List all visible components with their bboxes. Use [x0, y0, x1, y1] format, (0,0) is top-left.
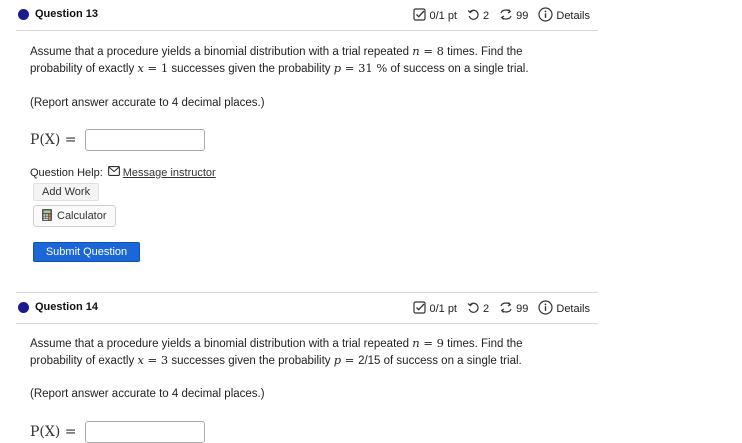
score-text: 0/1 pt: [429, 303, 457, 315]
answer-input[interactable]: [84, 421, 205, 443]
details-link[interactable]: Details: [556, 303, 590, 315]
question-text-line-1: Assume that a procedure yields a binomia…: [30, 44, 523, 58]
retry-icon: [467, 301, 480, 317]
answer-row: P(X) =: [30, 421, 205, 443]
question-meta: 0/1 pt 2 99 Details: [413, 7, 590, 25]
answer-input[interactable]: [84, 129, 205, 151]
answer-row: P(X) =: [30, 129, 205, 151]
envelope-icon: [107, 166, 120, 179]
submit-question-button[interactable]: Submit Question: [33, 242, 140, 262]
calculator-button[interactable]: Calculator: [33, 205, 116, 227]
question-13-header: Question 13 0/1 pt 2 99 Details: [16, 0, 598, 31]
retries-count: 2: [483, 10, 490, 22]
attempts-count: 99: [516, 10, 529, 22]
question-13-text: Assume that a procedure yields a binomia…: [30, 43, 590, 77]
info-icon[interactable]: [538, 300, 553, 318]
checkbox-icon: [413, 8, 427, 24]
attempts-icon: [499, 301, 513, 317]
checkbox-icon: [413, 301, 427, 317]
question-title: Question 13: [35, 8, 98, 20]
question-status-dot: [18, 9, 29, 20]
answer-label: P(X) =: [30, 132, 77, 148]
question-14-header: Question 14 0/1 pt 2 99 Details: [16, 292, 598, 324]
attempts-count: 99: [516, 303, 529, 315]
question-title: Question 14: [35, 301, 98, 313]
report-instruction: (Report answer accurate to 4 decimal pla…: [30, 388, 265, 400]
help-label: Question Help:: [30, 166, 103, 179]
question-text-line-1: Assume that a procedure yields a binomia…: [30, 336, 523, 350]
question-meta: 0/1 pt 2 99 Details: [413, 300, 590, 318]
attempts-icon: [499, 8, 513, 24]
retry-icon: [467, 8, 480, 24]
calculator-label: Calculator: [57, 210, 107, 222]
question-status-dot: [18, 302, 29, 313]
answer-label: P(X) =: [30, 424, 77, 440]
add-work-button[interactable]: Add Work: [33, 183, 100, 201]
question-14-text: Assume that a procedure yields a binomia…: [30, 335, 590, 369]
score-text: 0/1 pt: [429, 10, 457, 22]
info-icon[interactable]: [538, 7, 553, 25]
details-link[interactable]: Details: [556, 10, 590, 22]
retries-count: 2: [483, 303, 490, 315]
calculator-icon: [42, 208, 52, 224]
question-help: Question Help: Message instructor: [30, 166, 216, 179]
message-instructor-link[interactable]: Message instructor: [107, 166, 216, 179]
question-text-line-2: probability of exactly x = 1 successes g…: [30, 61, 529, 75]
report-instruction: (Report answer accurate to 4 decimal pla…: [30, 97, 265, 109]
question-text-line-2: probability of exactly x = 3 successes g…: [30, 353, 522, 367]
